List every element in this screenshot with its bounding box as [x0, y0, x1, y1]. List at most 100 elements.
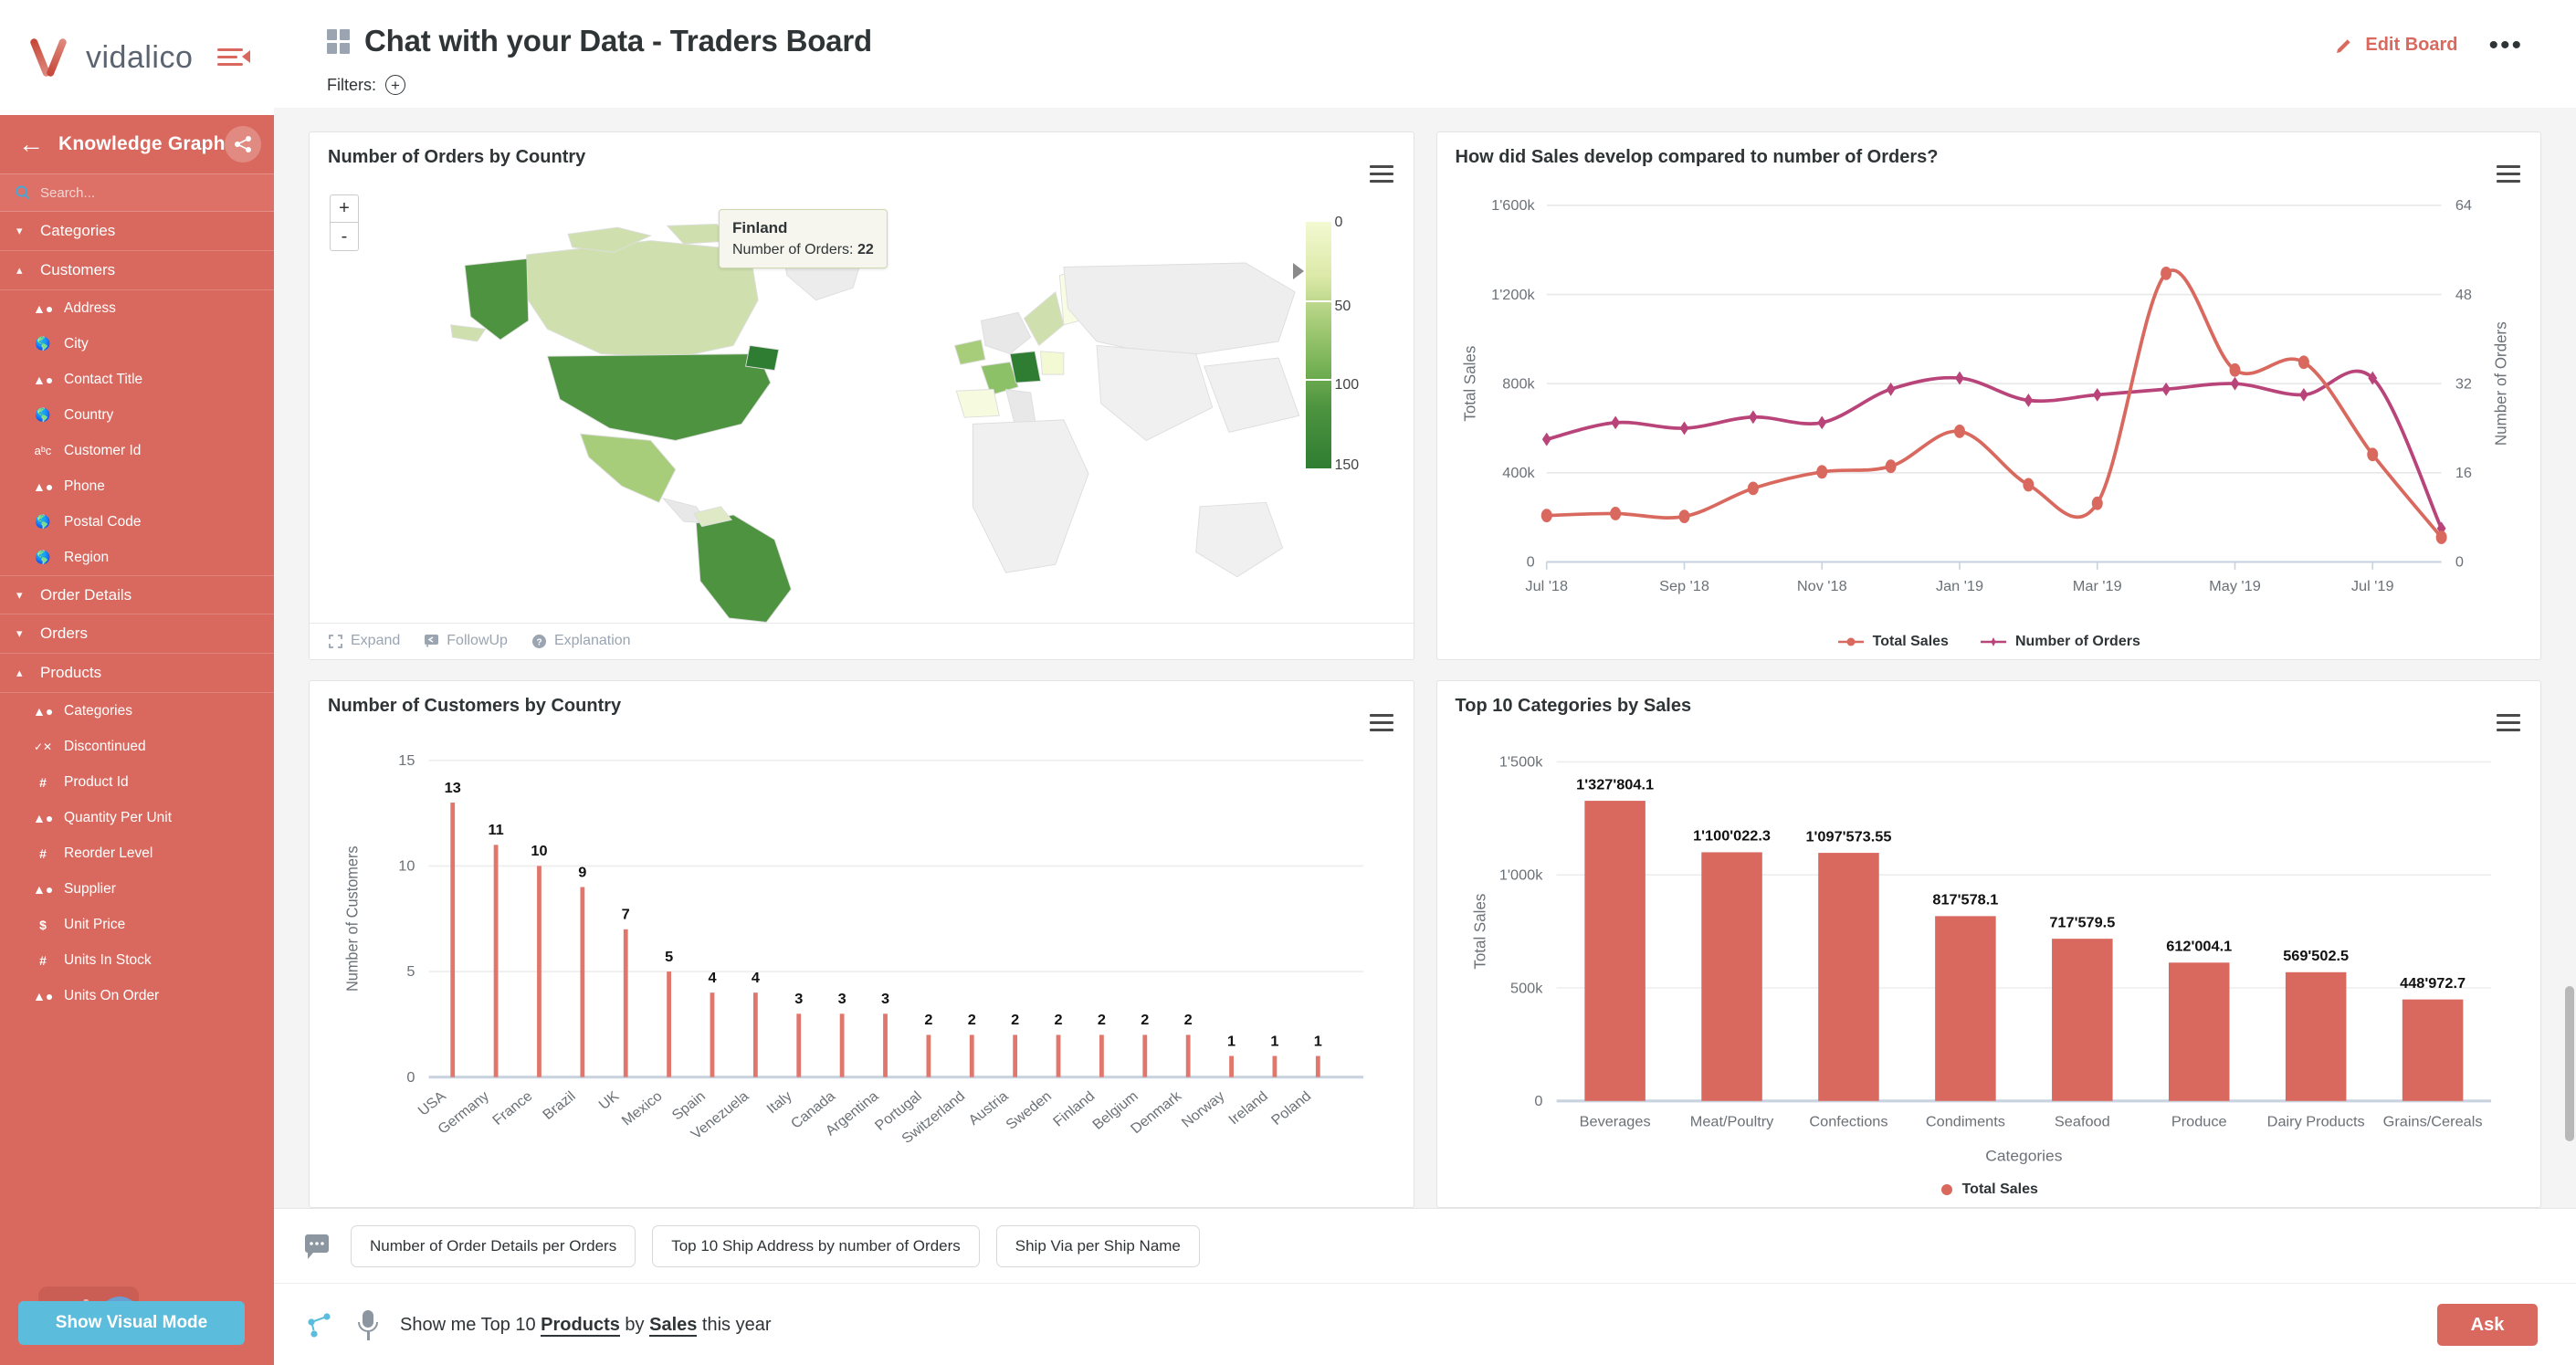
sidebar-item-phone[interactable]: ▲● Phone: [0, 468, 274, 504]
search-input[interactable]: [40, 184, 241, 201]
sidebar-group-orders[interactable]: ▾ Orders: [0, 614, 274, 654]
svg-text:USA: USA: [415, 1088, 449, 1118]
sidebar-search[interactable]: [0, 173, 274, 212]
vidalico-logo-icon: [26, 36, 75, 79]
sidebar-item-label: Address: [64, 299, 116, 316]
followup-button[interactable]: FollowUp: [424, 633, 508, 649]
svg-text:May '19: May '19: [2209, 578, 2261, 594]
sidebar-item-quantity-per-unit[interactable]: ▲● Quantity Per Unit: [0, 800, 274, 835]
brand-logo[interactable]: vidalico: [26, 36, 193, 79]
show-visual-mode-button[interactable]: Show Visual Mode: [18, 1301, 245, 1345]
svg-text:5: 5: [406, 964, 415, 979]
edit-board-label: Edit Board: [2365, 35, 2458, 55]
sidebar-group-order-details[interactable]: ▾ Order Details: [0, 575, 274, 614]
legend-item-number-of-orders[interactable]: Number of Orders: [1980, 634, 2140, 650]
hash-icon: #: [39, 774, 47, 790]
sidebar-item-customer-id[interactable]: aᵇc Customer Id: [0, 433, 274, 468]
dashboard-panels: Number of Orders by Country + - Finland …: [274, 108, 2576, 1208]
choropleth-map[interactable]: + - Finland Number of Orders: 22 0 50 10…: [310, 176, 1414, 623]
svg-text:0: 0: [1526, 554, 1534, 571]
sidebar-item-address[interactable]: ▲● Address: [0, 290, 274, 326]
explanation-button[interactable]: ? Explanation: [531, 633, 631, 649]
map-color-legend[interactable]: [1305, 222, 1331, 468]
suggestion-chip[interactable]: Top 10 Ship Address by number of Orders: [652, 1224, 980, 1267]
sidebar-item-units-in-stock[interactable]: # Units In Stock: [0, 942, 274, 978]
sidebar-item-city[interactable]: 🌎 City: [0, 326, 274, 362]
svg-text:1'000k: 1'000k: [1498, 866, 1543, 883]
suggestion-chip[interactable]: Ship Via per Ship Name: [995, 1224, 1200, 1267]
map-zoom-out-button[interactable]: -: [331, 223, 358, 250]
sidebar-item-region[interactable]: 🌎 Region: [0, 540, 274, 575]
suggestion-chip[interactable]: Number of Order Details per Orders: [351, 1224, 636, 1267]
sidebar-group-label: Customers: [40, 261, 116, 278]
svg-text:UK: UK: [596, 1088, 623, 1113]
legend-tick: 150: [1334, 457, 1360, 473]
sidebar-item-discontinued[interactable]: ✓✕ Discontinued: [0, 729, 274, 764]
expand-button[interactable]: Expand: [328, 633, 400, 649]
svg-text:Jul '18: Jul '18: [1525, 578, 1568, 594]
svg-text:Mexico: Mexico: [619, 1088, 666, 1129]
svg-text:1: 1: [1227, 1034, 1235, 1048]
filters-label: Filters:: [327, 75, 376, 94]
sidebar-item-country[interactable]: 🌎 Country: [0, 397, 274, 433]
legend-item-total-sales[interactable]: Total Sales: [1837, 634, 1949, 650]
knowledge-graph-icon[interactable]: [303, 1308, 336, 1341]
panel-title: Top 10 Categories by Sales: [1455, 695, 1692, 716]
sidebar-item-label: Units On Order: [64, 987, 160, 1003]
sidebar-item-label: Supplier: [64, 880, 116, 897]
sidebar-item-postal-code[interactable]: 🌎 Postal Code: [0, 504, 274, 540]
svg-text:2: 2: [968, 1013, 976, 1027]
sidebar-item-product-id[interactable]: # Product Id: [0, 764, 274, 800]
plus-circle-icon[interactable]: +: [385, 75, 405, 95]
sidebar-item-label: City: [64, 335, 89, 352]
sidebar-item-label: Product Id: [64, 773, 129, 790]
collapse-menu-icon[interactable]: [217, 46, 250, 69]
ask-button[interactable]: Ask: [2437, 1304, 2538, 1346]
ask-text-part: by: [619, 1314, 650, 1335]
svg-text:Sweden: Sweden: [1004, 1088, 1055, 1132]
panel-customers-by-country: Number of Customers by Country 0 5 10 15 Num…: [309, 679, 1414, 1208]
legend-item-total-sales[interactable]: Total Sales: [1940, 1181, 2038, 1198]
sidebar: vidalico ← Knowledge Graph ▾ Categories: [0, 0, 274, 1365]
customers-bar-chart[interactable]: 0 5 10 15 Number of Customers 13 USA 11 Germany 1…: [310, 723, 1414, 1208]
sidebar-item-label: Contact Title: [64, 371, 143, 387]
tooltip-country: Finland: [732, 219, 788, 236]
line-chart[interactable]: 0 0 400k 16 800k 32 1'200k 48 1'600k 64 Jul '18 Sep…: [1437, 174, 2541, 659]
microphone-icon[interactable]: [356, 1308, 380, 1341]
legend-label: Total Sales: [1961, 1181, 2038, 1197]
sidebar-item-categories[interactable]: ▲● Categories: [0, 693, 274, 729]
knowledge-graph-icon[interactable]: [225, 126, 261, 163]
sidebar-item-reorder-level[interactable]: # Reorder Level: [0, 835, 274, 871]
panel-title: Number of Customers by Country: [328, 695, 622, 716]
globe-icon: 🌎: [35, 336, 51, 351]
sidebar-group-categories[interactable]: ▾ Categories: [0, 212, 274, 251]
sidebar-item-supplier[interactable]: ▲● Supplier: [0, 871, 274, 907]
svg-text:2: 2: [924, 1013, 932, 1027]
sidebar-item-units-on-order[interactable]: ▲● Units On Order: [0, 978, 274, 1013]
line-chart-legend: Total Sales Number of Orders: [1437, 634, 2541, 650]
ask-text-part: this year: [697, 1314, 772, 1335]
explanation-label: Explanation: [553, 633, 631, 648]
more-options-icon[interactable]: •••: [2488, 32, 2523, 59]
svg-text:717'579.5: 717'579.5: [2049, 914, 2115, 930]
svg-text:3: 3: [794, 992, 803, 1006]
expand-label: Expand: [351, 633, 401, 648]
sidebar-item-label: Quantity Per Unit: [64, 809, 173, 825]
sidebar-item-unit-price[interactable]: $ Unit Price: [0, 907, 274, 942]
ask-input[interactable]: Show me Top 10 Products by Sales this ye…: [400, 1314, 772, 1337]
categories-bar-chart[interactable]: 0 500k 1'000k 1'500k Total Sales Categories 1'…: [1437, 723, 2541, 1208]
svg-text:0: 0: [1534, 1093, 1542, 1109]
vertical-scrollbar[interactable]: [2565, 986, 2574, 1141]
sidebar-group-products[interactable]: ▴ Products: [0, 654, 274, 693]
shapes-icon: ▲●: [33, 881, 54, 897]
globe-icon: 🌎: [35, 550, 51, 564]
main-content: Chat with your Data - Traders Board Edit…: [274, 0, 2576, 1365]
arrow-left-icon[interactable]: ←: [18, 131, 44, 157]
edit-board-button[interactable]: Edit Board: [2334, 35, 2457, 56]
sidebar-group-customers[interactable]: ▴ Customers: [0, 251, 274, 290]
svg-text:Dairy Products: Dairy Products: [2266, 1113, 2364, 1129]
svg-text:48: 48: [2455, 287, 2471, 303]
followup-label: FollowUp: [447, 633, 508, 648]
map-zoom-in-button[interactable]: +: [331, 195, 358, 223]
sidebar-item-contact-title[interactable]: ▲● Contact Title: [0, 362, 274, 397]
